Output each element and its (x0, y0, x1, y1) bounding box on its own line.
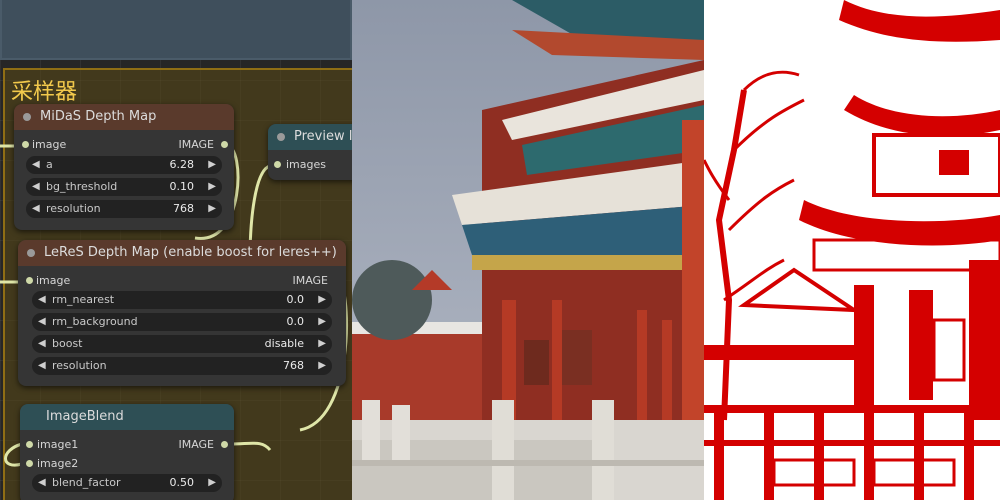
widget-label: resolution (46, 202, 101, 215)
decrement-icon[interactable]: ◀ (32, 178, 40, 196)
widget-value: 768 (283, 359, 304, 372)
leres-widget-resolution[interactable]: ◀ resolution 768 ▶ (32, 357, 332, 375)
decrement-icon[interactable]: ◀ (32, 156, 40, 174)
leres-node-title: LeReS Depth Map (enable boost for leres+… (44, 245, 337, 260)
node-graph-canvas[interactable]: 采样器 MiDaS Depth Map image IMAGE ◀ a 6.28… (0, 0, 352, 500)
widget-value: 6.28 (169, 158, 195, 171)
increment-icon[interactable]: ▶ (318, 291, 326, 309)
palace-photo-preview (352, 0, 704, 500)
midas-widget-a[interactable]: ◀ a 6.28 ▶ (26, 156, 222, 174)
blend-widget-factor[interactable]: ◀ blend_factor 0.50 ▶ (32, 474, 222, 492)
papercut-image-preview (704, 0, 1000, 500)
midas-input-socket[interactable] (22, 141, 29, 148)
wire-blend-out (229, 441, 272, 452)
preview-input-label: images (286, 158, 326, 171)
widget-label: resolution (52, 359, 107, 372)
leres-widget-boost[interactable]: ◀ boost disable ▶ (32, 335, 332, 353)
decrement-icon[interactable]: ◀ (38, 335, 46, 353)
leres-input-label: image (36, 274, 71, 287)
image-blend-node[interactable]: ImageBlend image1 IMAGE image2 ◀ blend_f… (20, 404, 234, 500)
blend-input2-label: image2 (37, 457, 79, 470)
blend-input2-socket[interactable] (26, 460, 33, 467)
blend-input1-label: image1 (37, 438, 79, 451)
midas-node-header[interactable]: MiDaS Depth Map (14, 104, 234, 130)
blend-node-header[interactable]: ImageBlend (20, 404, 234, 430)
midas-output-socket[interactable] (221, 141, 228, 148)
increment-icon[interactable]: ▶ (318, 313, 326, 331)
preview-node-header[interactable]: Preview Image (268, 124, 352, 150)
midas-node-title: MiDaS Depth Map (40, 109, 157, 124)
widget-value: 0.50 (169, 476, 195, 489)
decrement-icon[interactable]: ◀ (38, 474, 46, 492)
blend-input1-socket[interactable] (26, 441, 33, 448)
blend-output-label: IMAGE (178, 438, 214, 451)
collapse-dot-icon[interactable] (27, 249, 35, 257)
widget-value: disable (264, 337, 304, 350)
decrement-icon[interactable]: ◀ (38, 357, 46, 375)
papercut-illustration (704, 0, 1000, 500)
widget-label: bg_threshold (46, 180, 118, 193)
leres-input-socket[interactable] (26, 277, 33, 284)
midas-widget-bg-threshold[interactable]: ◀ bg_threshold 0.10 ▶ (26, 178, 222, 196)
increment-icon[interactable]: ▶ (208, 200, 216, 218)
collapse-dot-icon[interactable] (23, 113, 31, 121)
increment-icon[interactable]: ▶ (318, 357, 326, 375)
widget-label: a (46, 158, 53, 171)
decrement-icon[interactable]: ◀ (32, 200, 40, 218)
preview-node-title: Preview Image (294, 129, 352, 144)
widget-value: 0.10 (169, 180, 195, 193)
midas-widget-resolution[interactable]: ◀ resolution 768 ▶ (26, 200, 222, 218)
leres-output-label: IMAGE (292, 274, 328, 287)
widget-label: blend_factor (52, 476, 121, 489)
widget-label: rm_nearest (52, 293, 115, 306)
increment-icon[interactable]: ▶ (208, 474, 216, 492)
blend-node-title: ImageBlend (46, 409, 124, 424)
widget-value: 0.0 (286, 293, 305, 306)
widget-value: 768 (173, 202, 194, 215)
leres-node-header[interactable]: LeReS Depth Map (enable boost for leres+… (18, 240, 346, 266)
leres-widget-rm-nearest[interactable]: ◀ rm_nearest 0.0 ▶ (32, 291, 332, 309)
midas-output-label: IMAGE (178, 138, 214, 151)
leres-widget-rm-background[interactable]: ◀ rm_background 0.0 ▶ (32, 313, 332, 331)
decrement-icon[interactable]: ◀ (38, 291, 46, 309)
widget-label: rm_background (52, 315, 138, 328)
leres-depth-node[interactable]: LeReS Depth Map (enable boost for leres+… (18, 240, 346, 386)
midas-depth-node[interactable]: MiDaS Depth Map image IMAGE ◀ a 6.28 ▶ ◀… (14, 104, 234, 230)
widget-value: 0.0 (286, 315, 305, 328)
preview-input-socket[interactable] (274, 161, 281, 168)
increment-icon[interactable]: ▶ (208, 178, 216, 196)
decrement-icon[interactable]: ◀ (38, 313, 46, 331)
increment-icon[interactable]: ▶ (208, 156, 216, 174)
preview-image-node[interactable]: Preview Image images (268, 124, 352, 180)
midas-input-label: image (32, 138, 67, 151)
blend-output-socket[interactable] (221, 441, 228, 448)
palace-photo-illustration (352, 0, 704, 500)
increment-icon[interactable]: ▶ (318, 335, 326, 353)
collapse-dot-icon[interactable] (277, 133, 285, 141)
widget-label: boost (52, 337, 83, 350)
